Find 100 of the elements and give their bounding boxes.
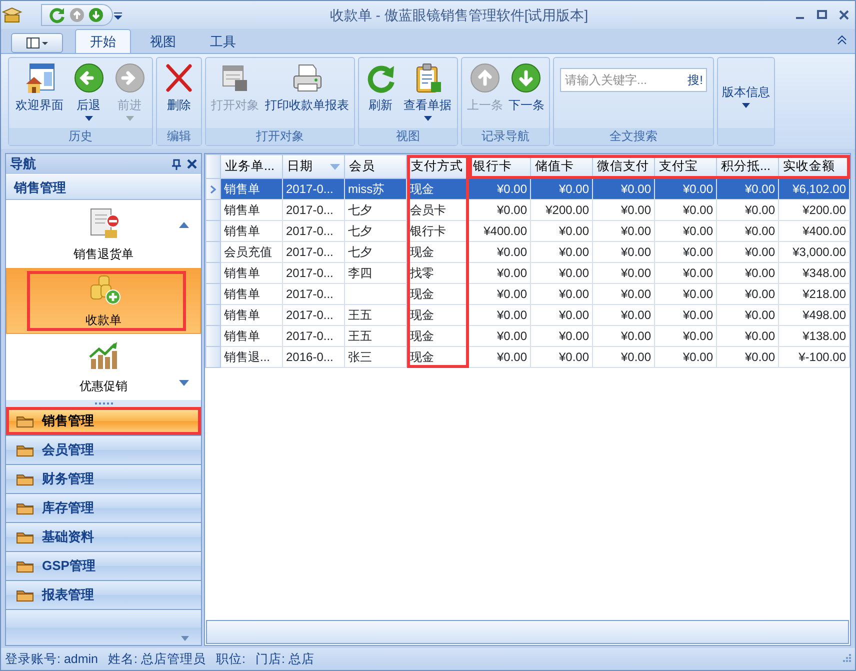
table-cell: 2017-0...: [282, 326, 344, 346]
table-cell: 销售单: [220, 284, 282, 304]
table-cell: 会员充值: [220, 242, 282, 262]
ribbon-button[interactable]: 后退: [70, 58, 106, 128]
pin-icon[interactable]: [172, 158, 181, 170]
status-text: 登录账号: admin: [5, 650, 98, 668]
ribbon-button[interactable]: 刷新: [362, 58, 398, 128]
table-cell: 销售单: [220, 326, 282, 346]
table-cell: ¥0.00: [654, 304, 716, 326]
table-cell: ¥0.00: [468, 326, 530, 346]
nav-group-button[interactable]: 报表管理: [6, 581, 201, 610]
column-header[interactable]: 日期: [282, 154, 344, 178]
table-cell: ¥0.00: [716, 220, 778, 242]
table-cell: 王五: [344, 304, 406, 326]
splitter-grip-icon[interactable]: [94, 402, 114, 405]
column-header[interactable]: 会员: [344, 154, 406, 178]
group-label: 记录导航: [462, 128, 549, 145]
ribbon-button[interactable]: 欢迎界面: [14, 58, 66, 128]
table-cell: 2016-0...: [282, 346, 344, 368]
app-icon[interactable]: [1, 6, 23, 24]
folder-icon: [16, 588, 34, 602]
nav-group-button[interactable]: 销售管理: [6, 407, 201, 436]
scroll-up-icon[interactable]: [179, 222, 189, 228]
group-label: 编辑: [157, 128, 201, 145]
table-cell: ¥0.00: [530, 346, 592, 368]
table-cell: ¥0.00: [592, 220, 654, 242]
nav-item[interactable]: 收款单: [6, 268, 201, 334]
table-cell: ¥0.00: [716, 346, 778, 368]
table-cell: ¥138.00: [778, 326, 850, 346]
table-cell: ¥0.00: [468, 284, 530, 304]
table-cell: 2017-0...: [282, 220, 344, 242]
maximize-icon[interactable]: [817, 10, 827, 20]
collapse-ribbon-icon[interactable]: [837, 35, 847, 45]
status-text: 门店: 总店: [255, 650, 314, 668]
table-cell: ¥0.00: [654, 346, 716, 368]
ribbon-button[interactable]: 下一条: [506, 58, 546, 128]
table-cell: 七夕: [344, 220, 406, 242]
ribbon-button[interactable]: 打印收款单报表: [263, 58, 351, 128]
table-cell: ¥0.00: [468, 200, 530, 220]
table-cell: ¥0.00: [530, 242, 592, 262]
application-menu-button[interactable]: [11, 33, 63, 53]
table-cell: ¥0.00: [592, 242, 654, 262]
nav-group-button[interactable]: 库存管理: [6, 494, 201, 523]
nav-group-button[interactable]: 财务管理: [6, 465, 201, 494]
table-cell: 销售单: [220, 178, 282, 200]
table-cell: ¥0.00: [716, 326, 778, 346]
house-window-icon: [24, 62, 56, 94]
table-cell: ¥0.00: [716, 200, 778, 220]
ribbon-button[interactable]: 删除: [161, 58, 197, 128]
table-cell: 七夕: [344, 242, 406, 262]
nav-group-button[interactable]: 基础资料: [6, 523, 201, 552]
table-cell: ¥0.00: [468, 242, 530, 262]
ribbon-button[interactable]: 查看单据: [402, 58, 454, 128]
menu-icon: [26, 37, 48, 49]
customize-icon[interactable]: [113, 10, 123, 20]
table-cell: 张三: [344, 346, 406, 368]
table-cell: ¥218.00: [778, 284, 850, 304]
table-cell: ¥6,102.00: [778, 178, 850, 200]
table-cell: ¥0.00: [654, 262, 716, 284]
nav-group-button[interactable]: 会员管理: [6, 436, 201, 465]
scroll-down-icon[interactable]: [179, 380, 189, 386]
folder-icon: [16, 472, 34, 486]
table-cell: ¥0.00: [592, 200, 654, 220]
table-cell: ¥0.00: [592, 326, 654, 346]
column-header[interactable]: 业务单...: [220, 154, 282, 178]
folder-icon: [16, 414, 34, 428]
table-cell: ¥0.00: [654, 178, 716, 200]
group-label: 视图: [359, 128, 457, 145]
ribbon-tab[interactable]: 工具: [195, 28, 251, 53]
table-cell: ¥0.00: [654, 326, 716, 346]
overflow-caret-icon[interactable]: [181, 636, 189, 641]
search-button[interactable]: 搜!: [684, 71, 706, 89]
row-header[interactable]: [206, 178, 220, 200]
close-icon[interactable]: [839, 10, 849, 20]
table-cell: ¥0.00: [716, 262, 778, 284]
table-cell: ¥400.00: [778, 220, 850, 242]
table-cell: ¥0.00: [716, 284, 778, 304]
table-cell: ¥0.00: [592, 284, 654, 304]
group-label: 打开对象: [206, 128, 354, 145]
table-cell: 销售单: [220, 220, 282, 242]
table-cell: miss苏: [344, 178, 406, 200]
table-cell: 2017-0...: [282, 284, 344, 304]
ribbon-tab[interactable]: 视图: [135, 28, 191, 53]
panel-title: 导航: [10, 155, 36, 174]
ribbon-tab[interactable]: 开始: [75, 28, 131, 53]
table-cell: ¥-100.00: [778, 346, 850, 368]
table-cell: ¥0.00: [716, 304, 778, 326]
refresh-icon[interactable]: [48, 6, 66, 24]
table-cell: ¥0.00: [530, 304, 592, 326]
nav-group-button[interactable]: GSP管理: [6, 552, 201, 581]
table-cell: 李四: [344, 262, 406, 284]
resize-grip-icon[interactable]: [841, 654, 851, 664]
table-cell: 2017-0...: [282, 262, 344, 284]
table-cell: ¥0.00: [530, 178, 592, 200]
folder-icon: [16, 559, 34, 573]
close-icon[interactable]: [187, 159, 197, 169]
table-cell: ¥0.00: [654, 284, 716, 304]
table-cell: ¥0.00: [592, 346, 654, 368]
folder-icon: [16, 501, 34, 515]
search-field[interactable]: 请输入关键字... 搜!: [560, 68, 707, 92]
